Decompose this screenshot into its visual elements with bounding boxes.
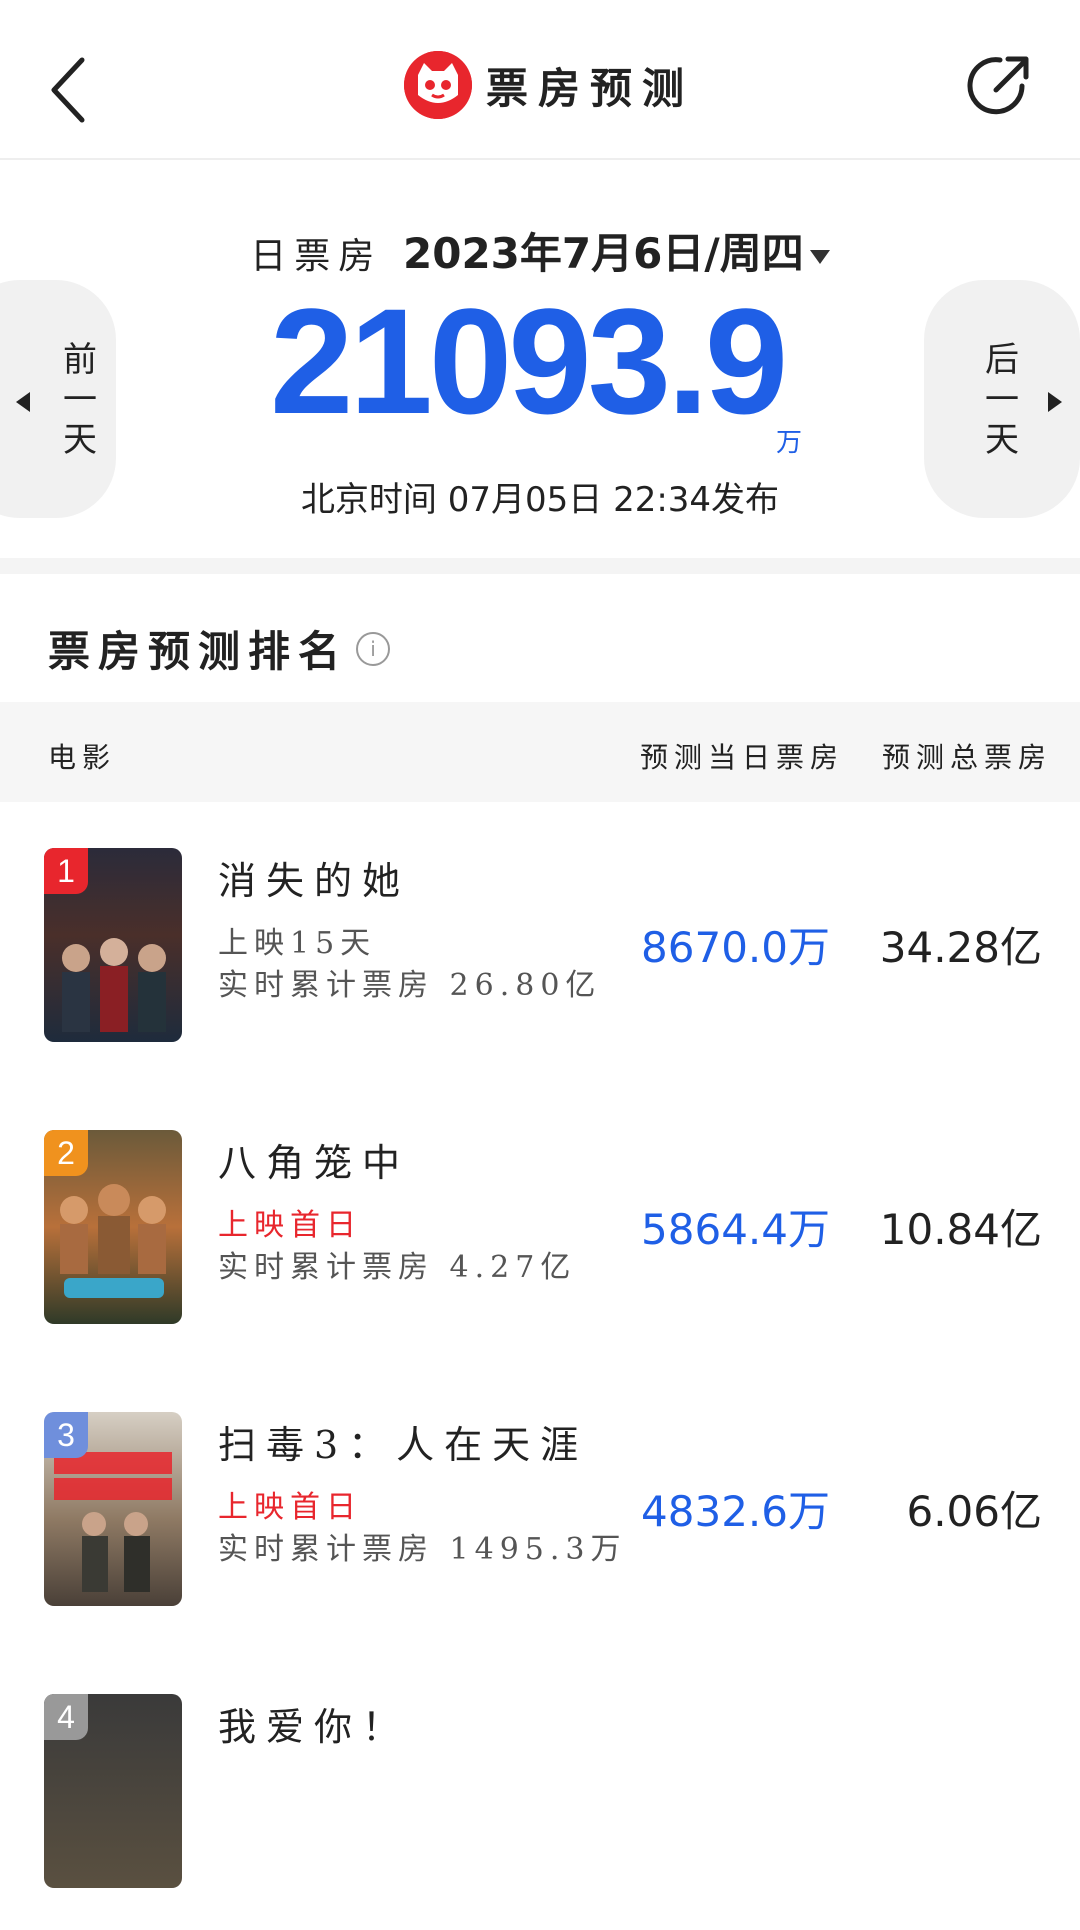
movie-row[interactable]: 3 扫毒3：人在天涯 上映首日 实时累计票房 1495.3万 4832.6万 6… [0, 1366, 1080, 1648]
share-button[interactable] [966, 50, 1036, 120]
movie-poster: 3 [44, 1412, 182, 1606]
page-title: 票房预测 [486, 63, 695, 113]
top-bar: 票房预测 [0, 0, 1080, 160]
next-day-button[interactable]: 后一天 [924, 280, 1080, 518]
triangle-left-icon [16, 392, 30, 412]
daily-forecast: 4832.6万 [641, 1487, 830, 1536]
movie-row[interactable]: 2 八角笼中 上映首日 实时累计票房 4.27亿 5864.4万 10.84亿 [0, 1084, 1080, 1366]
total-forecast: 10.84亿 [879, 1205, 1042, 1254]
movie-row[interactable]: 1 消失的她 上映15天 实时累计票房 26.80亿 8670.0万 34.28… [0, 802, 1080, 1084]
release-status: 上映首日 [218, 1208, 362, 1243]
prev-day-label: 前一天 [63, 340, 97, 460]
total-forecast: 34.28亿 [879, 923, 1042, 972]
movie-title: 消失的她 [218, 859, 411, 903]
date-label: 日票房 [250, 236, 383, 277]
share-icon [967, 56, 1029, 115]
chevron-left-icon [51, 57, 85, 123]
movie-title: 扫毒3：人在天涯 [218, 1423, 589, 1467]
movie-poster: 1 [44, 848, 182, 1042]
column-movie: 电影 [48, 741, 117, 774]
movie-title: 八角笼中 [218, 1141, 411, 1185]
cumulative-box-office: 实时累计票房 4.27亿 [218, 1250, 577, 1285]
table-header: 电影 预测当日票房 预测总票房 [0, 702, 1080, 802]
movie-poster: 2 [44, 1130, 182, 1324]
box-office-amount: 21093.9 [270, 277, 788, 445]
daily-forecast: 5864.4万 [641, 1205, 830, 1254]
date-value: 2023年7月6日/周四 [403, 229, 804, 278]
movie-poster: 4 [44, 1694, 182, 1888]
back-button[interactable] [44, 52, 104, 132]
caret-down-icon [809, 250, 830, 264]
cumulative-box-office: 实时累计票房 26.80亿 [218, 968, 602, 1003]
movie-title: 我爱你！ [218, 1705, 411, 1749]
info-icon[interactable]: i [356, 632, 390, 666]
amount-unit: 万 [776, 428, 803, 458]
next-day-label: 后一天 [985, 340, 1019, 460]
total-forecast: 6.06亿 [906, 1487, 1042, 1536]
section-divider [0, 558, 1080, 574]
triangle-right-icon [1048, 392, 1062, 412]
cat-logo-icon [404, 51, 472, 119]
publish-info: 北京时间 07月05日 22:34发布 [300, 480, 780, 520]
date-selector[interactable]: 日票房 2023年7月6日/周四 [0, 220, 1080, 281]
release-status: 上映15天 [218, 926, 377, 961]
daily-forecast: 8670.0万 [641, 923, 830, 972]
ranking-title: 票房预测排名 [48, 627, 349, 676]
column-total-forecast: 预测总票房 [882, 741, 1053, 774]
movie-row[interactable]: 4 我爱你！ [0, 1648, 1080, 1930]
rank-badge: 3 [44, 1412, 88, 1458]
cumulative-box-office: 实时累计票房 1495.3万 [218, 1532, 627, 1567]
rank-badge: 4 [44, 1694, 88, 1740]
rank-badge: 2 [44, 1130, 88, 1176]
column-daily-forecast: 预测当日票房 [640, 741, 845, 774]
daily-box-office-summary: 日票房 2023年7月6日/周四 前一天 21093.9 万 北京时间 07月0… [0, 160, 1080, 558]
brand: 票房预测 [404, 50, 694, 120]
release-status: 上映首日 [218, 1490, 362, 1525]
rank-badge: 1 [44, 848, 88, 894]
